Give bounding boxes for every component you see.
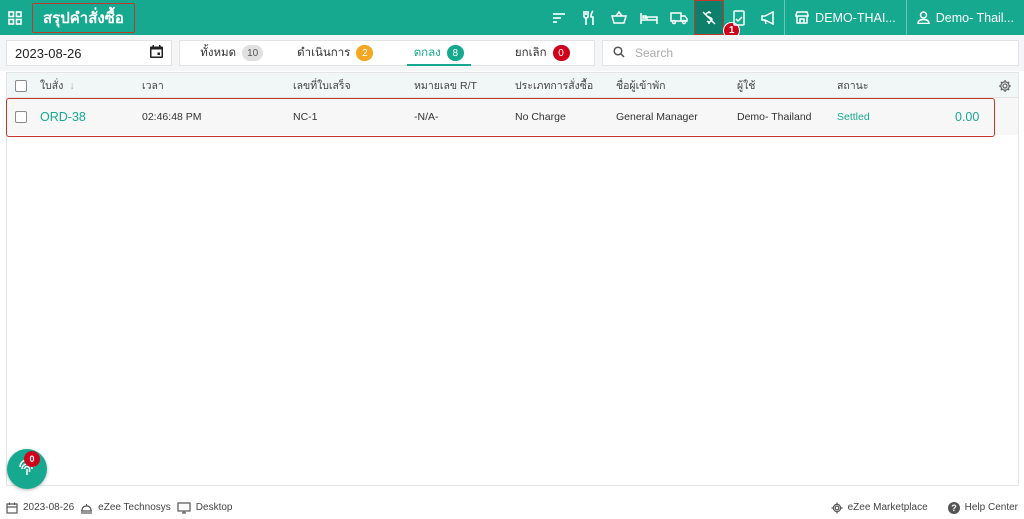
status-label: Settled (837, 110, 870, 123)
table-header: ใบสั่ง ↓ เวลา เลขที่ใบเสร็จ หมายเลข R/T … (7, 73, 1018, 98)
user-name: Demo- Thailand (737, 110, 812, 123)
filter-bar: 2023-08-26 ทั้งหมด 10 ดำเนินการ 2 ตกลง 8… (0, 35, 1024, 71)
monitor-icon (177, 501, 191, 514)
column-header[interactable]: ใบสั่ง ↓ (40, 73, 75, 98)
receipt-number: NC-1 (293, 110, 318, 123)
property-selector[interactable]: DEMO-THAI... (785, 0, 906, 35)
calendar-icon[interactable] (150, 45, 163, 61)
count-badge: 8 (446, 45, 464, 61)
order-amount: 0.00 (955, 109, 980, 124)
tab-label: ดำเนินการ (297, 47, 351, 59)
column-header[interactable]: สถานะ (837, 73, 868, 98)
user-name: Demo- Thail... (935, 10, 1014, 25)
calendar-icon (6, 502, 18, 514)
search-icon (613, 45, 625, 61)
column-header[interactable]: เลขที่ใบเสร็จ (293, 73, 351, 98)
tab-all[interactable]: ทั้งหมด 10 (180, 41, 284, 65)
footer-company: eZee Technosys (80, 502, 171, 514)
page-title: สรุปคำสั่งซื้อ (32, 2, 135, 33)
column-header[interactable]: ชื่อผู้เข้าพัก (616, 73, 666, 98)
orders-table: ใบสั่ง ↓ เวลา เลขที่ใบเสร็จ หมายเลข R/T … (6, 72, 1019, 486)
user-icon (916, 11, 930, 24)
column-settings-gear-icon[interactable] (998, 73, 1012, 98)
marketplace-link[interactable]: eZee Marketplace (831, 502, 928, 514)
search-bar (602, 40, 1019, 66)
tab-label: ยกเลิก (514, 47, 547, 59)
basket-icon[interactable] (604, 0, 634, 35)
column-header[interactable]: เวลา (142, 73, 164, 98)
help-icon: ? (947, 501, 960, 514)
column-header[interactable]: ประเภทการสั่งซื้อ (515, 73, 593, 98)
apps-grid-icon[interactable] (0, 0, 30, 35)
tab-processing[interactable]: ดำเนินการ 2 (284, 41, 388, 65)
tab-label: ตกลง (413, 47, 441, 59)
top-bar: สรุปคำสั่งซื้อ 1 DEMO-THAI... Demo- Thai… (0, 0, 1024, 39)
table-row[interactable]: ORD-38 02:46:48 PM NC-1 -N/A- No Charge … (7, 98, 1018, 135)
store-icon (795, 11, 809, 24)
announcement-icon[interactable] (754, 0, 784, 35)
footer-date: 2023-08-26 (6, 502, 74, 514)
no-charge-icon[interactable]: 1 (694, 0, 741, 39)
gear-icon (831, 502, 843, 513)
mobile-order-icon[interactable] (724, 0, 754, 35)
bed-icon[interactable] (634, 0, 664, 35)
guest-name: General Manager (616, 110, 698, 123)
sort-icon[interactable] (544, 0, 574, 35)
date-picker[interactable]: 2023-08-26 (6, 40, 172, 66)
tab-settled[interactable]: ตกลง 8 (387, 41, 491, 66)
date-value: 2023-08-26 (15, 45, 82, 61)
select-all-checkbox[interactable] (15, 73, 27, 98)
quick-action-badge: 0 (24, 451, 40, 467)
help-center-link[interactable]: ? Help Center (947, 501, 1018, 514)
user-menu[interactable]: Demo- Thail... (907, 0, 1024, 35)
delivery-truck-icon[interactable] (664, 0, 694, 35)
room-table-number: -N/A- (414, 110, 439, 123)
tab-label: ทั้งหมด (200, 47, 237, 59)
search-input[interactable] (635, 46, 995, 60)
order-time: 02:46:48 PM (142, 110, 202, 123)
order-number-link[interactable]: ORD-38 (40, 98, 86, 135)
tab-cancelled[interactable]: ยกเลิก 0 (491, 41, 595, 65)
sort-arrow-down-icon: ↓ (69, 79, 75, 92)
count-badge: 0 (552, 45, 570, 61)
column-header[interactable]: ผู้ใช้ (737, 73, 755, 98)
column-header[interactable]: หมายเลข R/T (414, 73, 477, 98)
cutlery-icon (81, 503, 93, 514)
order-type: No Charge (515, 110, 566, 123)
status-bar: 2023-08-26 eZee Technosys Desktop eZee M… (0, 496, 1024, 519)
count-badge: 10 (242, 45, 264, 61)
svg-text:?: ? (951, 503, 957, 513)
footer-device: Desktop (177, 501, 232, 514)
row-checkbox[interactable] (15, 98, 27, 135)
property-name: DEMO-THAI... (815, 10, 896, 25)
restaurant-icon[interactable] (574, 0, 604, 35)
count-badge: 2 (356, 45, 374, 61)
status-tabs: ทั้งหมด 10 ดำเนินการ 2 ตกลง 8 ยกเลิก 0 (179, 40, 595, 66)
